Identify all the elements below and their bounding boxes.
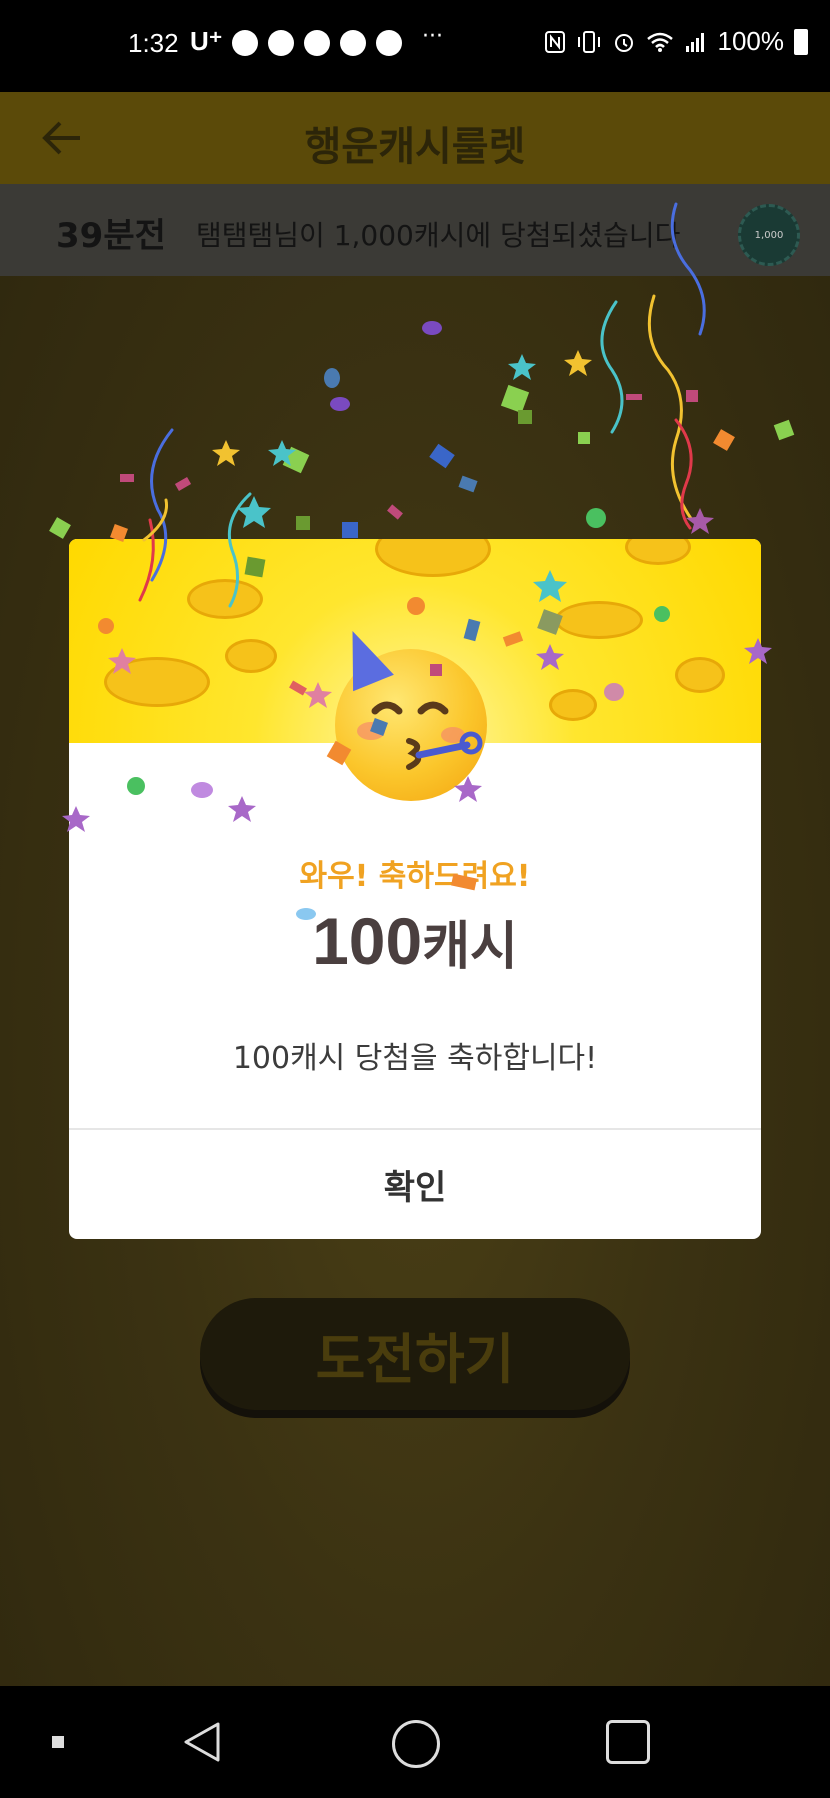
alarm-icon [614,33,633,52]
page-title: 행운캐시룰렛 [304,124,526,170]
notification-icon [232,30,258,56]
prize-amount-number: 100 [312,904,423,978]
coin-icon [187,579,263,619]
coin-badge-icon: 1,000 [738,204,800,266]
notification-icon [304,30,330,56]
congrats-text: 와우! 축하드려요! [299,859,531,894]
notification-icons [232,30,402,56]
coin-icon [555,601,643,639]
coin-icon [675,657,725,693]
nav-back-icon[interactable] [182,1720,222,1764]
signal-icon [685,32,704,52]
coin-icon [375,539,491,577]
prize-amount: 100캐시 [69,903,761,979]
app-header: 행운캐시룰렛 [0,92,830,184]
nav-recents-icon[interactable] [606,1720,650,1764]
nav-indicator-icon [52,1736,64,1748]
wifi-icon [646,32,673,52]
confirm-button[interactable]: 확인 [69,1130,761,1239]
coin-icon [104,657,210,707]
challenge-button[interactable]: 도전하기 [200,1298,630,1410]
challenge-button-label: 도전하기 [315,1327,515,1391]
result-dialog: 와우! 축하드려요! 100캐시 100캐시 당첨을 축하합니다! 확인 [69,539,761,1239]
coin-badge-label: 1,000 [754,229,784,241]
more-notifications-icon: ··· [422,24,443,49]
ticker-time: 39분전 [56,216,166,256]
prize-amount-unit: 캐시 [422,917,518,977]
notification-icon [376,30,402,56]
status-time: 1:32 [128,28,179,58]
coin-icon [625,539,691,565]
nfc-icon [544,30,565,53]
status-right: 100% [544,26,808,57]
status-bar: 1:32 U⁺ ··· 100% [0,0,830,92]
notification-icon [268,30,294,56]
winner-ticker: 39분전 탬탬탬님이 1,000캐시에 당첨되셨습니다 [0,184,830,276]
battery-icon [794,28,808,55]
system-nav-bar [0,1686,830,1798]
ticker-message: 탬탬탬님이 1,000캐시에 당첨되셨습니다 [196,219,681,252]
battery-percent: 100% [717,26,785,56]
carrier-label: U⁺ [190,26,223,56]
coin-icon [225,639,277,673]
coin-icon [549,689,597,721]
vibrate-icon [577,30,600,53]
notification-icon [340,30,366,56]
prize-message: 100캐시 당첨을 축하합니다! [232,1041,598,1076]
nav-home-icon[interactable] [392,1720,440,1768]
